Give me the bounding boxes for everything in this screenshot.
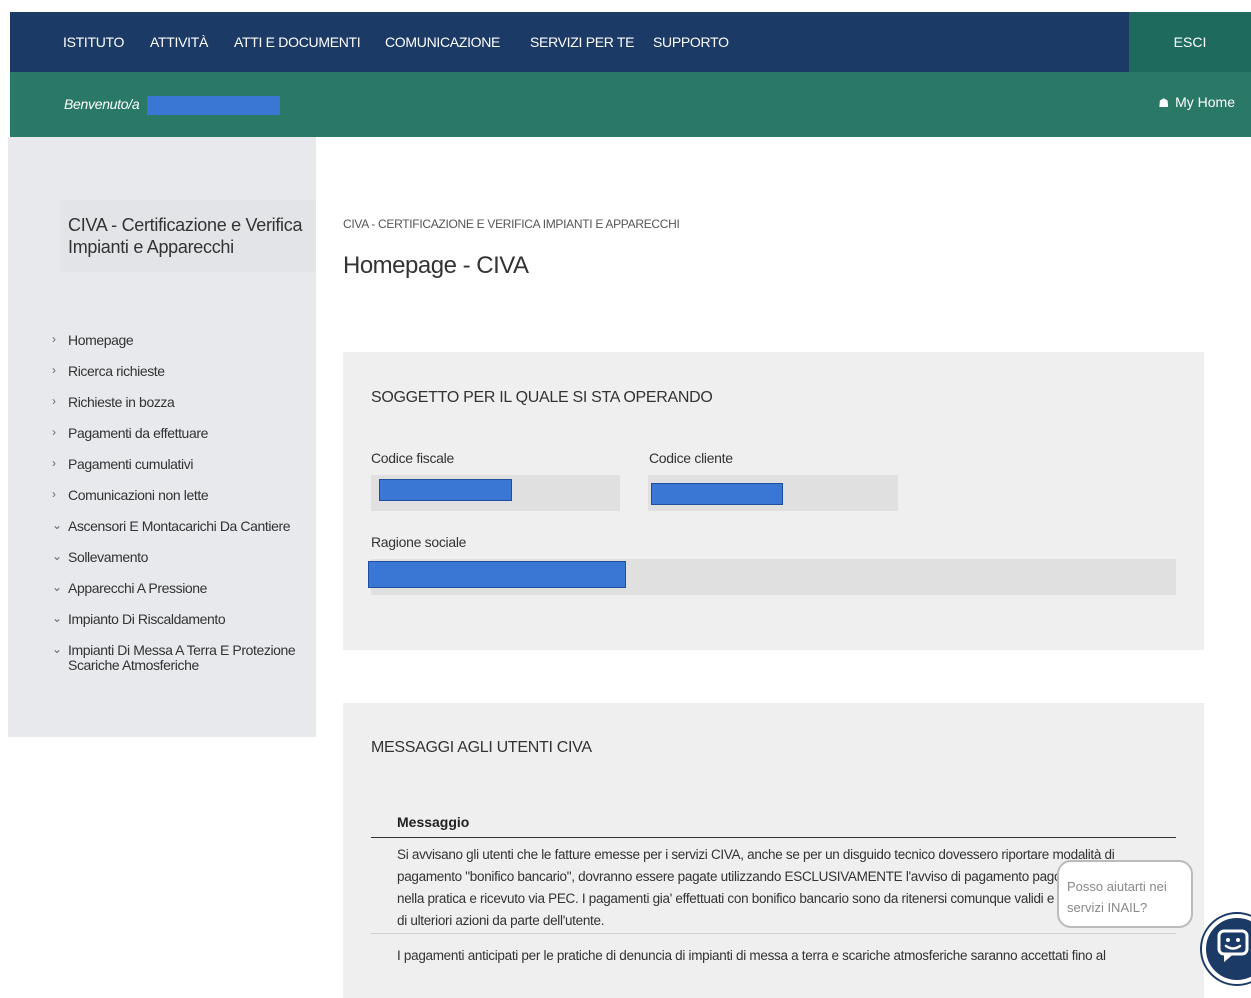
sidebar-title: CIVA - Certificazione e Verifica Impiant… bbox=[68, 215, 303, 257]
sidebar-item-label: Impianto Di Riscaldamento bbox=[68, 611, 226, 627]
sidebar-item-label: Pagamenti cumulativi bbox=[68, 456, 194, 472]
sidebar-item-ricerca-richieste[interactable]: › Ricerca richieste bbox=[52, 360, 312, 391]
sidebar-item-label: Ricerca richieste bbox=[68, 363, 165, 379]
codice-cliente-redacted bbox=[651, 483, 783, 505]
page-title: Homepage - CIVA bbox=[343, 252, 529, 279]
sidebar-menu: › Homepage › Ricerca richieste › Richieste … bbox=[52, 329, 312, 685]
chevron-down-icon: ⌄ bbox=[52, 549, 62, 563]
nav-istituto[interactable]: ISTITUTO bbox=[63, 12, 124, 72]
sidebar-item-label: Impianti Di Messa A Terra E Protezione S… bbox=[68, 642, 296, 673]
chevron-down-icon: ⌄ bbox=[52, 611, 62, 625]
sidebar-item-label: Ascensori E Montacarichi Da Cantiere bbox=[68, 518, 291, 534]
sidebar-item-impianto-riscaldamento[interactable]: ⌄ Impianto Di Riscaldamento bbox=[52, 608, 312, 639]
sidebar-item-label: Apparecchi A Pressione bbox=[68, 580, 208, 596]
nav-servizi-per-te[interactable]: SERVIZI PER TE bbox=[530, 12, 635, 72]
sidebar-item-label: Homepage bbox=[68, 332, 134, 348]
sidebar-item-label: Richieste in bozza bbox=[68, 394, 175, 410]
ragione-sociale-redacted bbox=[368, 561, 626, 588]
message-row: Si avvisano gli utenti che le fatture em… bbox=[397, 847, 1152, 928]
message-row: I pagamenti anticipati per le pratiche d… bbox=[397, 948, 1106, 963]
top-navigation: ISTITUTO ATTIVITÀ ATTI E DOCUMENTI COMUN… bbox=[10, 12, 1251, 72]
nav-attivita[interactable]: ATTIVITÀ bbox=[150, 12, 208, 72]
sidebar-item-pagamenti-da-effettuare[interactable]: › Pagamenti da effettuare bbox=[52, 422, 312, 453]
subject-card: SOGGETTO PER IL QUALE SI STA OPERANDO Co… bbox=[343, 352, 1204, 650]
messages-column-header: Messaggio bbox=[397, 814, 470, 830]
header-divider bbox=[371, 837, 1176, 838]
chevron-right-icon: › bbox=[52, 332, 56, 346]
chat-prompt-bubble[interactable]: Posso aiutarti nei servizi INAIL? bbox=[1057, 860, 1193, 928]
messages-card-title: MESSAGGI AGLI UTENTI CIVA bbox=[371, 739, 592, 756]
sidebar-item-ascensori[interactable]: ⌄ Ascensori E Montacarichi Da Cantiere bbox=[52, 515, 312, 546]
my-home-link[interactable]: ☗ My Home bbox=[1158, 94, 1235, 110]
codice-fiscale-label: Codice fiscale bbox=[371, 450, 454, 466]
nav-supporto[interactable]: SUPPORTO bbox=[653, 12, 729, 72]
sidebar-item-label: Comunicazioni non lette bbox=[68, 487, 209, 503]
sidebar-item-pagamenti-cumulativi[interactable]: › Pagamenti cumulativi bbox=[52, 453, 312, 484]
my-home-label: My Home bbox=[1175, 94, 1235, 110]
home-icon: ☗ bbox=[1158, 96, 1170, 110]
chevron-down-icon: ⌄ bbox=[52, 518, 62, 532]
nav-atti-e-documenti[interactable]: ATTI E DOCUMENTI bbox=[234, 12, 361, 72]
welcome-bar: Benvenuto/a ☗ My Home bbox=[10, 72, 1251, 137]
sidebar-item-comunicazioni-non-lette[interactable]: › Comunicazioni non lette bbox=[52, 484, 312, 515]
row-divider bbox=[371, 933, 1176, 934]
redacted-username bbox=[147, 96, 280, 115]
logout-button[interactable]: ESCI bbox=[1129, 12, 1251, 72]
chevron-right-icon: › bbox=[52, 456, 56, 470]
sidebar-item-homepage[interactable]: › Homepage bbox=[52, 329, 312, 360]
chevron-right-icon: › bbox=[52, 394, 56, 408]
sidebar-item-sollevamento[interactable]: ⌄ Sollevamento bbox=[52, 546, 312, 577]
welcome-text: Benvenuto/a bbox=[64, 96, 140, 112]
messages-card: MESSAGGI AGLI UTENTI CIVA Messaggio Si a… bbox=[343, 703, 1204, 998]
chat-assistant-button[interactable] bbox=[1202, 914, 1251, 984]
codice-fiscale-redacted bbox=[379, 479, 512, 501]
chevron-down-icon: ⌄ bbox=[52, 580, 62, 594]
sidebar-title-box: CIVA - Certificazione e Verifica Impiant… bbox=[60, 200, 316, 272]
sidebar-item-label: Sollevamento bbox=[68, 549, 149, 565]
chevron-right-icon: › bbox=[52, 487, 56, 501]
sidebar-item-label: Pagamenti da effettuare bbox=[68, 425, 208, 441]
sidebar-item-impianti-messa-a-terra[interactable]: ⌄ Impianti Di Messa A Terra E Protezione … bbox=[52, 639, 312, 685]
codice-cliente-label: Codice cliente bbox=[649, 450, 733, 466]
sidebar: CIVA - Certificazione e Verifica Impiant… bbox=[8, 137, 316, 737]
chevron-down-icon: ⌄ bbox=[52, 642, 62, 656]
nav-comunicazione[interactable]: COMUNICAZIONE bbox=[385, 12, 500, 72]
chat-bot-icon bbox=[1217, 929, 1249, 962]
chevron-right-icon: › bbox=[52, 425, 56, 439]
sidebar-item-richieste-in-bozza[interactable]: › Richieste in bozza bbox=[52, 391, 312, 422]
sidebar-item-apparecchi-a-pressione[interactable]: ⌄ Apparecchi A Pressione bbox=[52, 577, 312, 608]
chevron-right-icon: › bbox=[52, 363, 56, 377]
subject-card-title: SOGGETTO PER IL QUALE SI STA OPERANDO bbox=[371, 389, 713, 406]
ragione-sociale-label: Ragione sociale bbox=[371, 534, 467, 550]
breadcrumb: CIVA - CERTIFICAZIONE E VERIFICA IMPIANT… bbox=[343, 217, 680, 231]
